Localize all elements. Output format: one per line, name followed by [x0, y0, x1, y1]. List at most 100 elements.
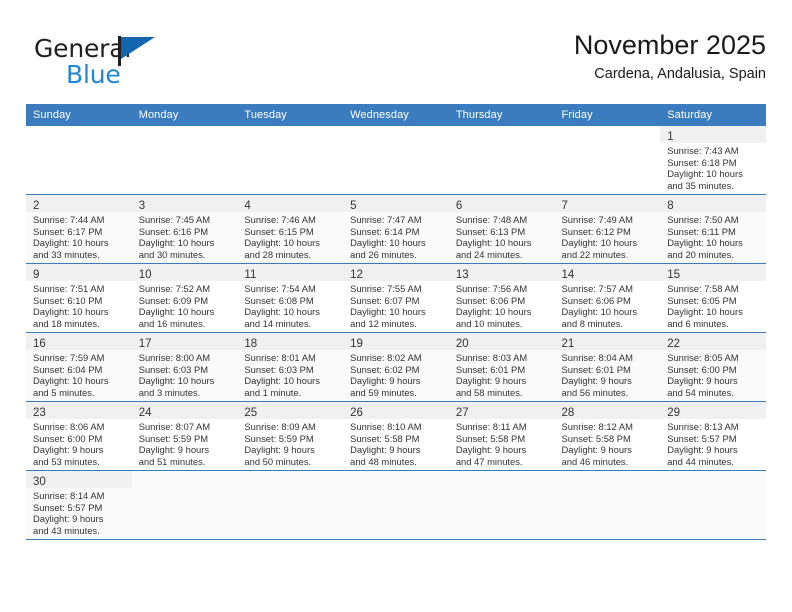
calendar-empty-cell[interactable]	[554, 126, 661, 195]
day-number-bar: 23	[26, 402, 132, 419]
daylight-text-cont: and 12 minutes.	[350, 317, 417, 329]
sun-info-block: Sunrise: 7:57 AM Sunset: 6:06 PM Daylight:…	[555, 281, 661, 329]
calendar-day-cell[interactable]: 17 Sunrise: 8:00 AM Sunset: 6:03 PM Dayligh…	[131, 332, 238, 402]
calendar-empty-cell[interactable]	[343, 126, 449, 195]
sun-info-block: Sunrise: 7:44 AM Sunset: 6:17 PM Daylight:…	[26, 212, 132, 260]
calendar-empty-cell[interactable]	[26, 126, 132, 195]
day-number-bar: 6	[448, 195, 555, 212]
calendar-day-cell[interactable]: 2 Sunrise: 7:44 AM Sunset: 6:17 PM Daylight…	[26, 194, 132, 264]
day-number: 24	[138, 407, 152, 419]
sunrise-text: Sunrise: 7:47 AM	[350, 214, 422, 225]
calendar-empty-cell[interactable]	[343, 470, 449, 540]
calendar-day-cell[interactable]: 20 Sunrise: 8:03 AM Sunset: 6:01 PM Dayligh…	[448, 332, 555, 402]
general-blue-logo[interactable]: General Blue	[34, 34, 214, 94]
calendar-empty-cell[interactable]	[554, 470, 661, 540]
sunset-text: Sunset: 6:06 PM	[455, 294, 526, 306]
calendar-day-cell[interactable]: 3 Sunrise: 7:45 AM Sunset: 6:16 PM Daylight…	[131, 194, 238, 264]
calendar-day-cell[interactable]: 27 Sunrise: 8:11 AM Sunset: 5:58 PM Dayligh…	[448, 401, 555, 471]
day-cell-inner: 29 Sunrise: 8:13 AM Sunset: 5:57 PM Dayligh…	[660, 402, 766, 470]
daylight-text: Daylight: 10 hours	[244, 375, 320, 387]
calendar-day-cell[interactable]: 25 Sunrise: 8:09 AM Sunset: 5:59 PM Dayligh…	[237, 401, 344, 471]
daylight-text: Daylight: 10 hours	[350, 237, 426, 249]
calendar-empty-cell[interactable]	[448, 126, 555, 195]
sunset-text: Sunset: 6:05 PM	[667, 294, 737, 306]
calendar-day-cell[interactable]: 1 Sunrise: 7:43 AM Sunset: 6:18 PM Daylight…	[660, 126, 766, 195]
daylight-text-cont: and 58 minutes.	[455, 386, 523, 398]
sunrise-text: Sunrise: 8:00 AM	[138, 352, 211, 363]
calendar-day-cell[interactable]: 12 Sunrise: 7:55 AM Sunset: 6:07 PM Dayligh…	[343, 263, 449, 333]
daylight-text: Daylight: 10 hours	[667, 168, 743, 180]
sun-info-block: Sunrise: 8:05 AM Sunset: 6:00 PM Daylight:…	[660, 350, 766, 398]
daylight-text: Daylight: 10 hours	[138, 306, 215, 318]
calendar-empty-cell[interactable]	[237, 126, 344, 195]
calendar-day-cell[interactable]: 5 Sunrise: 7:47 AM Sunset: 6:14 PM Daylight…	[343, 194, 449, 264]
day-number-bar: 13	[448, 264, 555, 281]
calendar-day-cell[interactable]: 13 Sunrise: 7:56 AM Sunset: 6:06 PM Dayligh…	[448, 263, 555, 333]
sunset-text: Sunset: 6:03 PM	[244, 363, 314, 375]
day-cell-inner: 13 Sunrise: 7:56 AM Sunset: 6:06 PM Dayligh…	[448, 264, 555, 332]
sunrise-text: Sunrise: 8:10 AM	[350, 421, 422, 432]
calendar-week-row: 30 Sunrise: 8:14 AM Sunset: 5:57 PM Dayligh…	[26, 470, 766, 540]
weekday-header-tuesday: Tuesday	[237, 104, 344, 126]
day-number: 15	[667, 269, 681, 281]
daylight-text-cont: and 6 minutes.	[667, 317, 729, 329]
calendar-day-cell[interactable]: 9 Sunrise: 7:51 AM Sunset: 6:10 PM Daylight…	[26, 263, 132, 333]
calendar-empty-cell[interactable]	[237, 470, 344, 540]
day-cell-inner: 11 Sunrise: 7:54 AM Sunset: 6:08 PM Dayligh…	[237, 264, 344, 332]
calendar-day-cell[interactable]: 22 Sunrise: 8:05 AM Sunset: 6:00 PM Dayligh…	[660, 332, 766, 402]
calendar-day-cell[interactable]: 24 Sunrise: 8:07 AM Sunset: 5:59 PM Dayligh…	[131, 401, 238, 471]
day-number-bar	[237, 471, 343, 488]
day-number-bar: 14	[554, 264, 661, 281]
day-cell-inner: 7 Sunrise: 7:49 AM Sunset: 6:12 PM Daylight…	[554, 195, 661, 263]
day-number-bar: 9	[26, 264, 132, 281]
day-number: 20	[455, 338, 469, 350]
calendar-day-cell[interactable]: 30 Sunrise: 8:14 AM Sunset: 5:57 PM Dayligh…	[26, 470, 132, 540]
title-block: November 2025 Cardena, Andalusia, Spain	[574, 28, 766, 86]
calendar-empty-cell[interactable]	[131, 126, 238, 195]
calendar-day-cell[interactable]: 29 Sunrise: 8:13 AM Sunset: 5:57 PM Dayligh…	[660, 401, 766, 471]
sun-info-block: Sunrise: 7:58 AM Sunset: 6:05 PM Daylight:…	[660, 281, 766, 329]
day-cell-inner: 30 Sunrise: 8:14 AM Sunset: 5:57 PM Dayligh…	[26, 471, 132, 539]
calendar-day-cell[interactable]: 11 Sunrise: 7:54 AM Sunset: 6:08 PM Dayligh…	[237, 263, 344, 333]
sun-info-block: Sunrise: 7:52 AM Sunset: 6:09 PM Daylight:…	[132, 281, 238, 329]
sun-info-block: Sunrise: 8:11 AM Sunset: 5:58 PM Daylight:…	[449, 419, 555, 467]
calendar-day-cell[interactable]: 15 Sunrise: 7:58 AM Sunset: 6:05 PM Dayligh…	[660, 263, 766, 333]
day-cell-inner: 25 Sunrise: 8:09 AM Sunset: 5:59 PM Dayligh…	[237, 402, 344, 470]
day-number: 26	[350, 407, 363, 419]
calendar-day-cell[interactable]: 21 Sunrise: 8:04 AM Sunset: 6:01 PM Dayligh…	[554, 332, 661, 402]
calendar-day-cell[interactable]: 18 Sunrise: 8:01 AM Sunset: 6:03 PM Dayligh…	[237, 332, 344, 402]
day-number-bar	[343, 471, 449, 488]
calendar-day-cell[interactable]: 14 Sunrise: 7:57 AM Sunset: 6:06 PM Dayligh…	[554, 263, 661, 333]
day-cell-inner: 27 Sunrise: 8:11 AM Sunset: 5:58 PM Dayligh…	[448, 402, 555, 470]
calendar-day-cell[interactable]: 10 Sunrise: 7:52 AM Sunset: 6:09 PM Dayligh…	[131, 263, 238, 333]
calendar-empty-cell[interactable]	[131, 470, 238, 540]
daylight-text: Daylight: 10 hours	[455, 306, 532, 318]
calendar-day-cell[interactable]: 26 Sunrise: 8:10 AM Sunset: 5:58 PM Dayligh…	[343, 401, 449, 471]
sunrise-text: Sunrise: 8:07 AM	[138, 421, 211, 432]
sunset-text: Sunset: 5:58 PM	[455, 432, 526, 444]
sun-info-block	[237, 488, 343, 490]
daylight-text: Daylight: 10 hours	[138, 237, 215, 249]
daylight-text: Daylight: 9 hours	[33, 444, 104, 456]
day-cell-inner	[449, 471, 555, 539]
calendar-day-cell[interactable]: 19 Sunrise: 8:02 AM Sunset: 6:02 PM Dayligh…	[343, 332, 449, 402]
day-cell-inner: 26 Sunrise: 8:10 AM Sunset: 5:58 PM Dayligh…	[343, 402, 449, 470]
calendar-day-cell[interactable]: 16 Sunrise: 7:59 AM Sunset: 6:04 PM Dayligh…	[26, 332, 132, 402]
calendar-empty-cell[interactable]	[660, 470, 766, 540]
daylight-text-cont: and 14 minutes.	[244, 317, 312, 329]
daylight-text: Daylight: 9 hours	[561, 444, 632, 456]
sunrise-text: Sunrise: 7:50 AM	[667, 214, 739, 225]
day-number: 6	[455, 200, 463, 212]
daylight-text-cont: and 28 minutes.	[244, 248, 312, 260]
sunrise-text: Sunrise: 7:46 AM	[244, 214, 316, 225]
calendar-week-row: 2 Sunrise: 7:44 AM Sunset: 6:17 PM Daylight…	[26, 194, 766, 264]
calendar-day-cell[interactable]: 7 Sunrise: 7:49 AM Sunset: 6:12 PM Daylight…	[554, 194, 661, 264]
calendar-day-cell[interactable]: 8 Sunrise: 7:50 AM Sunset: 6:11 PM Daylight…	[660, 194, 766, 264]
sunrise-text: Sunrise: 7:56 AM	[455, 283, 528, 294]
calendar-day-cell[interactable]: 6 Sunrise: 7:48 AM Sunset: 6:13 PM Daylight…	[448, 194, 555, 264]
calendar-empty-cell[interactable]	[448, 470, 555, 540]
calendar-day-cell[interactable]: 28 Sunrise: 8:12 AM Sunset: 5:58 PM Dayligh…	[554, 401, 661, 471]
calendar-day-cell[interactable]: 23 Sunrise: 8:06 AM Sunset: 6:00 PM Dayligh…	[26, 401, 132, 471]
day-cell-inner: 6 Sunrise: 7:48 AM Sunset: 6:13 PM Daylight…	[448, 195, 555, 263]
calendar-day-cell[interactable]: 4 Sunrise: 7:46 AM Sunset: 6:15 PM Daylight…	[237, 194, 344, 264]
